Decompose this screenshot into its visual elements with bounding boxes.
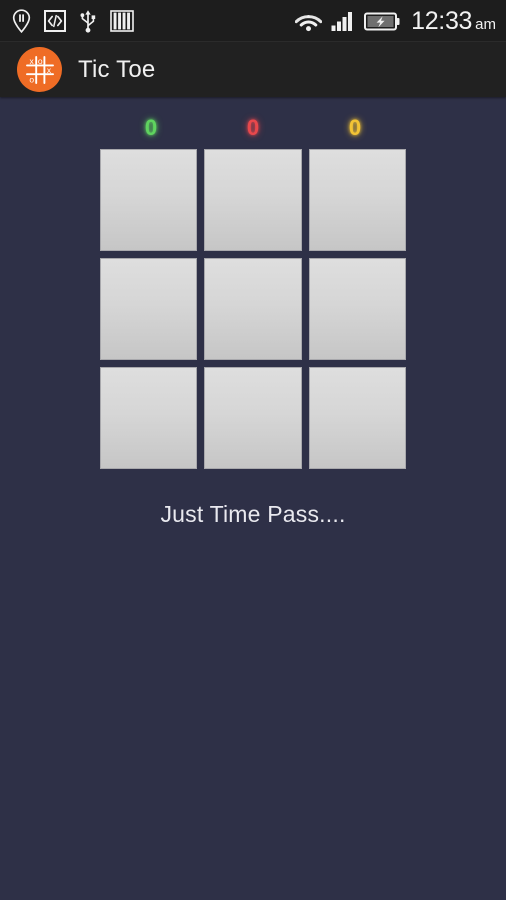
app-title: Tic Toe (78, 55, 156, 83)
board-cell-2[interactable] (308, 149, 406, 251)
developer-code-icon (44, 10, 66, 32)
game-board (100, 149, 406, 469)
board-cell-8[interactable] (308, 367, 406, 469)
wifi-icon (295, 10, 323, 32)
score-player-one: 0 (144, 115, 158, 140)
score-player-two: 0 (246, 115, 260, 140)
board-cell-4[interactable] (204, 258, 302, 360)
board-cell-6[interactable] (100, 367, 198, 469)
svg-text:x: x (29, 56, 34, 66)
battery-charging-icon (364, 11, 400, 32)
board-cell-1[interactable] (204, 149, 302, 251)
board-cell-3[interactable] (100, 258, 198, 360)
pause-pin-icon (12, 9, 31, 33)
svg-text:o: o (37, 56, 42, 66)
notification-icons (12, 9, 134, 33)
status-bar: 12:33 am (0, 0, 506, 42)
status-bar-clock: 12:33 am (411, 7, 496, 36)
clock-meridiem: am (475, 15, 496, 33)
score-draws: 0 (348, 115, 362, 140)
system-status-icons: 12:33 am (295, 7, 496, 36)
board-cell-7[interactable] (204, 367, 302, 469)
svg-text:o: o (29, 74, 34, 84)
board-cell-5[interactable] (308, 258, 406, 360)
vertical-bars-icon (110, 10, 134, 32)
app-action-bar: x o o x Tic Toe (0, 42, 506, 97)
cellular-signal-icon (331, 10, 355, 32)
tic-toe-logo-icon: x o o x (17, 47, 62, 92)
tagline-text: Just Time Pass.... (160, 501, 346, 527)
clock-time: 12:33 (411, 6, 473, 35)
score-row: 0 0 0 (100, 111, 406, 145)
usb-icon (79, 9, 97, 33)
board-cell-0[interactable] (100, 149, 198, 251)
game-screen: 0 0 0 Just Time Pass.... (0, 97, 506, 528)
